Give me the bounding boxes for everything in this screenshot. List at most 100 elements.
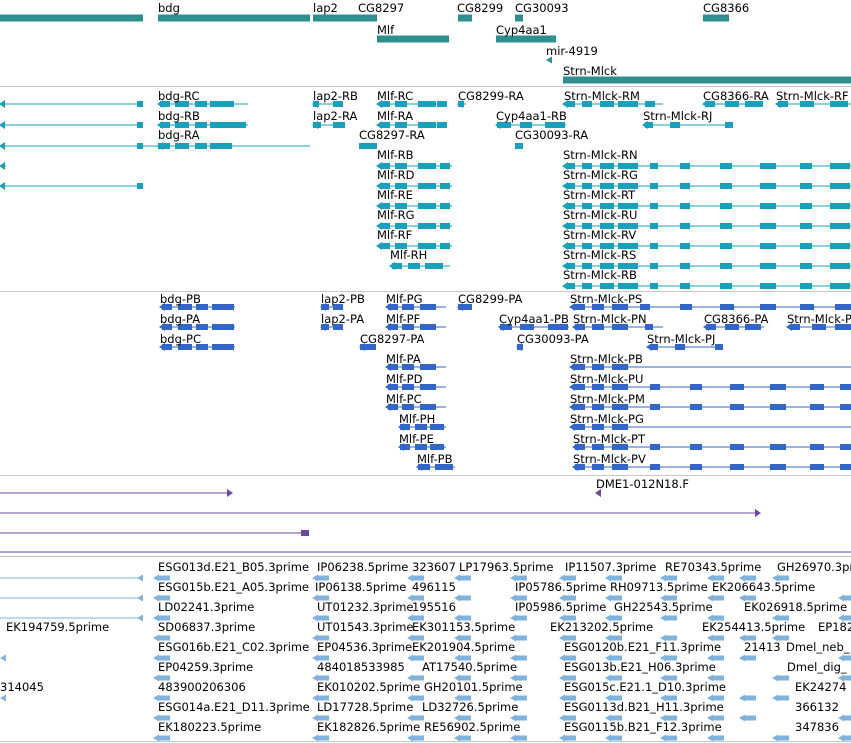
est-label[interactable]: EK180223.5prime <box>158 720 261 734</box>
protein-label[interactable]: bdg-PB <box>160 292 201 306</box>
est-label[interactable]: ESG0113d.B21_H11.3prime <box>564 700 724 714</box>
protein-label[interactable]: Strn-Mlck-PB <box>570 352 643 366</box>
transcript-label[interactable]: CG8366-RA <box>703 89 769 103</box>
est-label[interactable]: UT01232.3prime <box>317 600 414 614</box>
est-label[interactable]: EK24274 <box>795 680 846 694</box>
est-label[interactable]: ESG0115b.B21_F12.3prime <box>564 720 722 734</box>
protein-label[interactable]: Strn-Mlck-PT <box>573 432 645 446</box>
transcript-label[interactable]: Strn-Mlck-RJ <box>643 109 712 123</box>
transcript-label[interactable]: Mlf-RE <box>377 188 413 202</box>
transcript-label[interactable]: CG8299-RA <box>458 89 524 103</box>
transcript-label[interactable]: Mlf-RG <box>377 208 415 222</box>
transcript-label[interactable]: Strn-Mlck-RT <box>563 188 635 202</box>
transcript-label[interactable]: lap2-RA <box>313 109 357 123</box>
transcript-label[interactable]: Mlf-RD <box>377 168 415 182</box>
est-label[interactable]: ESG016b.E21_C02.3prime <box>158 640 309 654</box>
transcript-label[interactable]: Strn-Mlck-RN <box>563 148 638 162</box>
est-label[interactable]: ESG015b.E21_A05.3prime <box>158 580 309 594</box>
gene-label[interactable]: CG30093 <box>515 1 569 15</box>
est-label[interactable]: UT01543.3prime <box>317 620 414 634</box>
est-label[interactable]: LD02241.3prime <box>158 600 254 614</box>
est-label[interactable]: ESG013b.E21_H06.3prime <box>564 660 716 674</box>
transcript-label[interactable]: Mlf-RF <box>377 228 412 242</box>
transcript-label[interactable]: Strn-Mlck-RU <box>563 208 637 222</box>
est-label[interactable]: ESG0120b.E21_F11.3prime <box>564 640 721 654</box>
protein-label[interactable]: lap2-PB <box>321 292 365 306</box>
protein-label[interactable]: Cyp4aa1-PB <box>499 312 569 326</box>
gene-label[interactable]: Mlf <box>377 23 394 37</box>
est-label[interactable]: EK201904.5prime <box>412 640 515 654</box>
est-label[interactable]: EK213202.5prime <box>550 620 653 634</box>
transcript-label[interactable]: Strn-Mlck-RM <box>564 89 640 103</box>
est-label[interactable]: EK194759.5prime <box>6 620 109 634</box>
gene-label[interactable]: bdg <box>158 1 180 15</box>
est-label[interactable]: 195516 <box>412 600 456 614</box>
gene-label[interactable]: mir-4919 <box>546 44 598 58</box>
protein-label[interactable]: Mlf-PH <box>399 412 435 426</box>
transcript-label[interactable]: Cyp4aa1-RB <box>496 109 567 123</box>
protein-label[interactable]: Strn-Mlck-PG <box>570 412 644 426</box>
gene-label[interactable]: CG8366 <box>703 1 749 15</box>
protein-label[interactable]: Strn-Mlck-PS <box>570 292 642 306</box>
transcript-label[interactable]: Mlf-RB <box>377 148 414 162</box>
protein-label[interactable]: Strn-Mlck-PV <box>573 452 646 466</box>
gene-label[interactable]: Cyp4aa1 <box>496 23 547 37</box>
est-label[interactable]: AT17540.5prime <box>422 660 517 674</box>
transcript-label[interactable]: Mlf-RH <box>390 248 427 262</box>
est-label[interactable]: GH20101.5prime <box>424 680 523 694</box>
transcript-label[interactable]: Strn-Mlck-RG <box>563 168 638 182</box>
transcript-label[interactable]: Strn-Mlck-RF <box>776 89 849 103</box>
est-label[interactable]: IP11507.3prime <box>565 560 656 574</box>
est-label[interactable]: ESG013d.E21_B05.3prime <box>158 560 309 574</box>
est-label[interactable]: 484018533985 <box>317 660 405 674</box>
transcript-label[interactable]: Mlf-RC <box>377 89 413 103</box>
protein-label[interactable]: Mlf-PG <box>386 292 423 306</box>
transcript-label[interactable]: bdg-RC <box>158 89 200 103</box>
est-label[interactable]: 483900206306 <box>158 680 246 694</box>
est-label[interactable]: ESG014a.E21_D11.3prime <box>158 700 310 714</box>
protein-label[interactable]: Strn-Mlck-PJ <box>647 332 715 346</box>
transcript-label[interactable]: Strn-Mlck-RS <box>563 248 636 262</box>
protein-label[interactable]: Strn-Mlck-PN <box>573 312 647 326</box>
est-label[interactable]: 347836 <box>795 720 839 734</box>
gene-label[interactable]: lap2 <box>313 1 338 15</box>
protein-label[interactable]: Mlf-PC <box>386 392 422 406</box>
transcript-label[interactable]: CG8297-RA <box>359 128 425 142</box>
protein-label[interactable]: Strn-Mlck-P <box>787 312 851 326</box>
protein-label[interactable]: CG30093-PA <box>517 332 589 346</box>
est-label[interactable]: Dmel_neb_ <box>786 640 850 654</box>
est-label[interactable]: LD17728.5prime <box>317 700 413 714</box>
est-label[interactable]: EK182826.5prime <box>317 720 420 734</box>
est-label[interactable]: IP05986.5prime <box>515 600 606 614</box>
transcript-label[interactable]: bdg-RA <box>158 128 199 142</box>
est-label[interactable]: SD06837.3prime <box>158 620 255 634</box>
clone-label[interactable]: DME1-012N18.F <box>596 477 689 491</box>
est-label[interactable]: EK301153.5prime <box>412 620 515 634</box>
protein-label[interactable]: bdg-PA <box>160 312 200 326</box>
est-label[interactable]: 496115 <box>412 580 456 594</box>
protein-label[interactable]: Mlf-PB <box>417 452 453 466</box>
est-label[interactable]: EP04259.3prime <box>158 660 253 674</box>
est-label[interactable]: 323607 <box>412 560 456 574</box>
est-label[interactable]: 314045 <box>0 680 44 694</box>
est-label[interactable]: LP17963.5prime <box>459 560 553 574</box>
transcript-label[interactable]: bdg-RB <box>158 109 200 123</box>
protein-label[interactable]: lap2-PA <box>321 312 364 326</box>
est-label[interactable]: EK254413.5prime <box>702 620 805 634</box>
est-label[interactable]: EP182 <box>818 620 851 634</box>
protein-label[interactable]: Strn-Mlck-PM <box>570 392 645 406</box>
est-label[interactable]: GH26970.3prime <box>777 560 851 574</box>
est-label[interactable]: LD32726.5prime <box>422 700 518 714</box>
est-label[interactable]: GH22543.5prime <box>614 600 713 614</box>
transcript-label[interactable]: Strn-Mlck-RB <box>563 268 637 282</box>
transcript-label[interactable]: CG30093-RA <box>515 128 588 142</box>
est-label[interactable]: RE70343.5prime <box>665 560 761 574</box>
est-label[interactable]: EK206643.5prime <box>712 580 815 594</box>
est-label[interactable]: 366132 <box>795 700 839 714</box>
transcript-label[interactable]: lap2-RB <box>313 89 358 103</box>
gene-label[interactable]: CG8299 <box>457 1 503 15</box>
protein-label[interactable]: CG8297-PA <box>360 332 424 346</box>
est-label[interactable]: ESG015c.E21.1_D10.3prime <box>564 680 726 694</box>
transcript-label[interactable]: Mlf-RA <box>377 109 413 123</box>
protein-label[interactable]: Strn-Mlck-PU <box>570 372 643 386</box>
